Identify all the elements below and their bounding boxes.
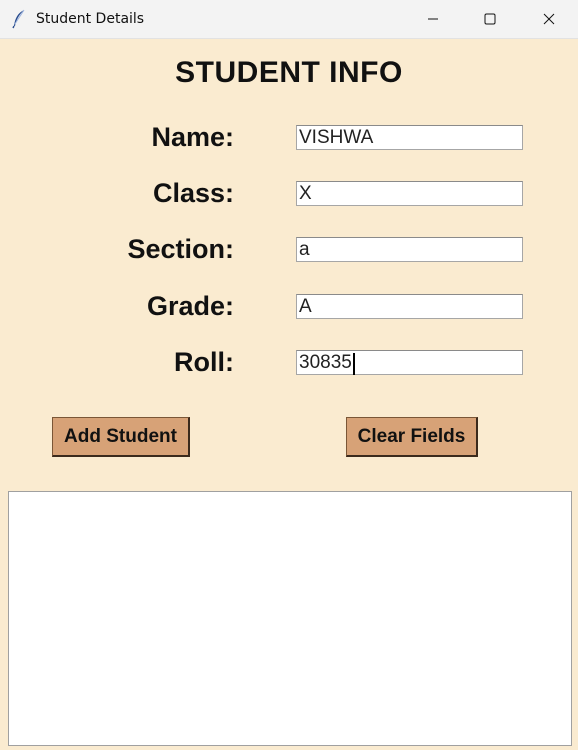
- maximize-icon: [484, 13, 496, 25]
- name-label: Name:: [151, 122, 234, 152]
- close-button[interactable]: [526, 0, 572, 38]
- minimize-icon: [428, 18, 438, 20]
- student-list[interactable]: [8, 491, 572, 746]
- class-field[interactable]: [296, 181, 523, 206]
- roll-label: Roll:: [174, 347, 234, 377]
- close-icon: [543, 13, 555, 25]
- page-title: STUDENT INFO: [175, 56, 403, 89]
- window-title: Student Details: [36, 11, 145, 27]
- add-student-button[interactable]: Add Student: [52, 417, 190, 457]
- feather-icon: [12, 9, 25, 29]
- name-field[interactable]: [296, 125, 523, 150]
- text-cursor: [353, 353, 355, 375]
- class-label: Class:: [152, 178, 234, 208]
- section-label: Section:: [127, 234, 234, 264]
- title-bar[interactable]: Student Details: [0, 0, 578, 39]
- grade-field[interactable]: [296, 294, 523, 319]
- grade-label: Grade:: [146, 291, 234, 321]
- clear-fields-button[interactable]: Clear Fields: [346, 417, 478, 457]
- section-field[interactable]: [296, 237, 523, 262]
- roll-field[interactable]: [296, 350, 523, 375]
- maximize-button[interactable]: [467, 0, 513, 38]
- minimize-button[interactable]: [410, 0, 456, 38]
